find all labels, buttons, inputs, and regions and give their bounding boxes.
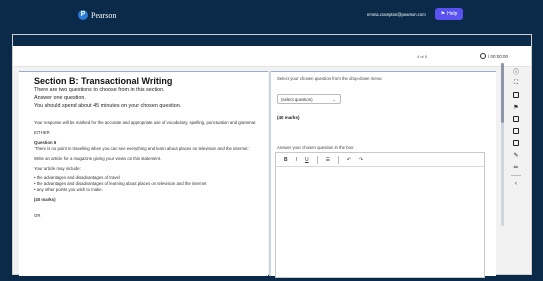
- document-icon[interactable]: [512, 91, 520, 99]
- sidebar-separator: [511, 175, 521, 176]
- assessment-note: Your response will be marked for the acc…: [34, 120, 257, 125]
- review-icon[interactable]: [512, 139, 520, 147]
- answer-instruction: Answer your chosen question in the box:: [277, 145, 355, 150]
- calculator-shape: [513, 128, 519, 134]
- bold-button[interactable]: B: [284, 157, 288, 163]
- intro-line-2: Answer one question.: [34, 95, 86, 101]
- redo-button[interactable]: ↷: [359, 157, 363, 163]
- underline-button[interactable]: U: [305, 157, 309, 163]
- tool-sidebar: ⓘ ⛶ ⚑ ✎ ✏ ‹: [508, 67, 524, 188]
- clock-icon: [480, 53, 486, 59]
- timer-value: / 00:00:00: [488, 53, 509, 59]
- calculator-icon[interactable]: [512, 127, 520, 135]
- chevron-down-icon: ⌄: [332, 97, 336, 102]
- notes-shape: [513, 116, 519, 122]
- toolbar-separator: [337, 155, 339, 164]
- toolbar-separator: [316, 155, 318, 164]
- exam-toolbar: 4 of 5 / 00:00:00: [13, 46, 531, 67]
- answer-editor[interactable]: B I U ☰ ↶ ↷: [275, 152, 485, 278]
- window-header-strip: [13, 35, 531, 46]
- timer: / 00:00:00: [480, 53, 508, 59]
- help-label: Help: [447, 11, 458, 17]
- info-icon[interactable]: ⓘ: [512, 67, 520, 76]
- help-button[interactable]: ⚑ Help: [435, 8, 463, 20]
- user-email: emma.crampton@pearson.com: [367, 12, 426, 17]
- bell-icon: ⚑: [440, 11, 446, 17]
- question-select[interactable]: (select question) ⌄: [277, 94, 341, 104]
- question-panel[interactable]: Section B: Transactional Writing There a…: [19, 71, 268, 276]
- bullet-text: the advantages and disadvantages of lear…: [36, 181, 207, 186]
- bullet-text: any other points you wish to make.: [36, 187, 103, 192]
- italic-button[interactable]: I: [296, 157, 297, 163]
- notes-icon[interactable]: [512, 115, 520, 123]
- document-shape: [513, 92, 519, 98]
- collapse-icon[interactable]: ‹: [512, 180, 520, 188]
- intro-line-3: You should spend about 45 minutes on you…: [34, 103, 182, 109]
- page-scrollbar[interactable]: [501, 63, 504, 226]
- intro-line-1: There are two questions to choose from i…: [34, 87, 165, 93]
- page-info: 4 of 5: [417, 54, 428, 59]
- select-value: (select question): [281, 97, 313, 102]
- screen: P Pearson emma.crampton@pearson.com ⚑ He…: [0, 0, 543, 281]
- flag-icon[interactable]: ⚑: [512, 103, 520, 111]
- answer-marks: (40 marks): [277, 115, 300, 120]
- question-quote: 'There is no point in travelling when yo…: [34, 146, 250, 151]
- highlighter-icon[interactable]: ✏: [512, 163, 520, 171]
- exam-window: 4 of 5 / 00:00:00 Section B: Transaction…: [12, 34, 532, 278]
- pen-icon[interactable]: ✎: [512, 151, 520, 159]
- or-label: OR: [34, 213, 41, 218]
- answer-panel: Select your chosen question from the dro…: [271, 71, 496, 278]
- pearson-logo: P Pearson: [78, 10, 116, 20]
- list-button[interactable]: ☰: [325, 157, 329, 163]
- undo-button[interactable]: ↶: [347, 157, 351, 163]
- section-title: Section B: Transactional Writing: [34, 76, 173, 86]
- pearson-logo-icon: P: [78, 10, 88, 20]
- bullet-text: the advantages and disadvantages of trav…: [36, 175, 120, 180]
- fullscreen-icon[interactable]: ⛶: [512, 79, 520, 87]
- top-bar: P Pearson emma.crampton@pearson.com ⚑ He…: [0, 0, 543, 34]
- review-shape: [513, 140, 519, 146]
- scrollbar-thumb[interactable]: [501, 63, 504, 123]
- select-instruction: Select your chosen question from the dro…: [277, 76, 383, 81]
- editor-toolbar: B I U ☰ ↶ ↷: [276, 153, 484, 167]
- brand-name: Pearson: [91, 10, 117, 20]
